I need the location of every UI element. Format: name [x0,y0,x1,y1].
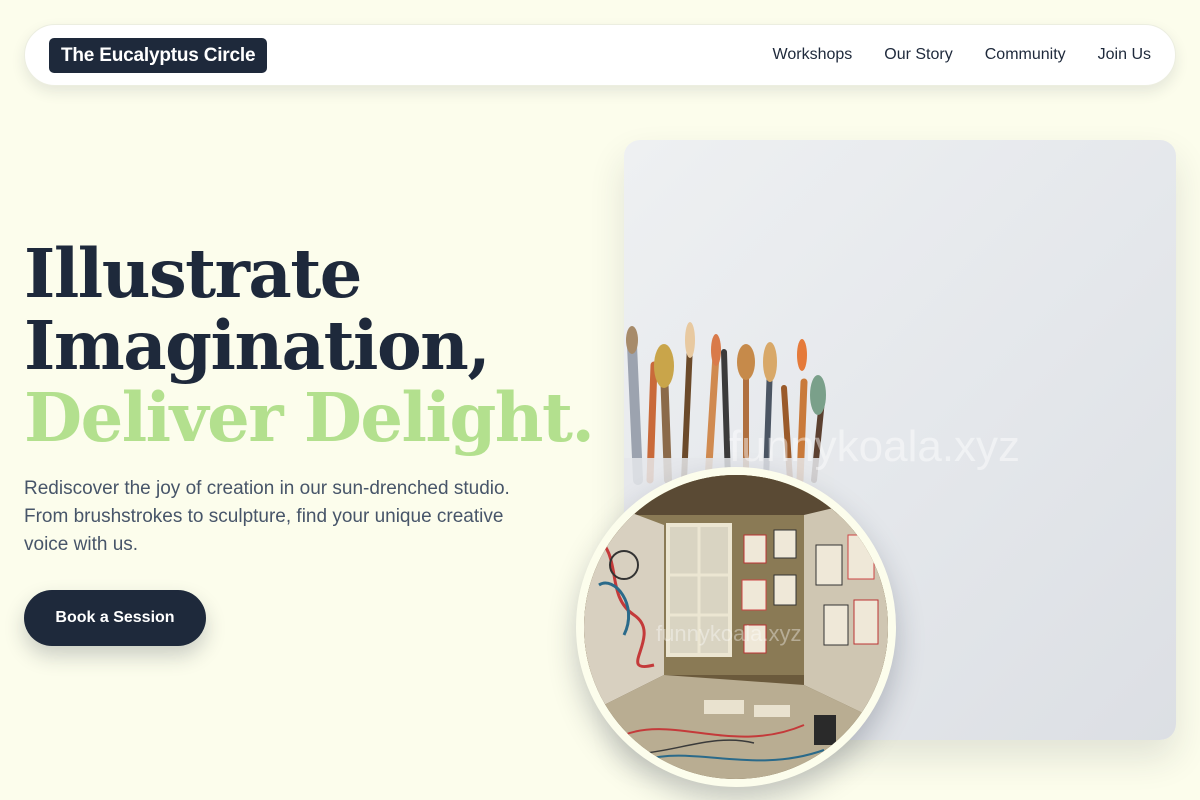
brand-logo[interactable]: The Eucalyptus Circle [49,37,268,73]
headline-line-1: Illustrate [24,234,362,313]
nav-link-our-story[interactable]: Our Story [884,46,952,64]
headline-line-2: Imagination, [24,306,491,385]
nav-links: Workshops Our Story Community Join Us [773,46,1151,64]
nav-link-join-us[interactable]: Join Us [1098,46,1151,64]
nav-link-workshops[interactable]: Workshops [773,46,853,64]
hero-headline: Illustrate Imagination, Deliver Delight. [24,238,604,454]
studio-photo: funnykoala.xyz [576,467,896,787]
studio-illustration [584,475,888,779]
nav-link-community[interactable]: Community [985,46,1066,64]
page: The Eucalyptus Circle Workshops Our Stor… [0,0,1200,800]
headline-accent: Deliver Delight. [24,378,595,457]
hero-description: Rediscover the joy of creation in our su… [24,478,510,555]
book-session-button[interactable]: Book a Session [24,590,206,646]
navbar: The Eucalyptus Circle Workshops Our Stor… [24,24,1176,86]
